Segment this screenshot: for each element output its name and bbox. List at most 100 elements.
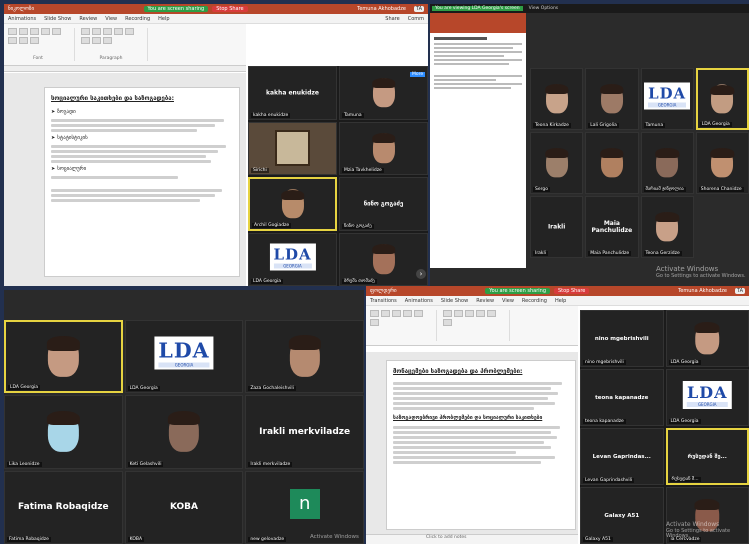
participant-display-name: teona kapanadze (595, 394, 649, 401)
stop-share-button[interactable]: Stop Share (212, 6, 248, 12)
participant-tile[interactable]: Irakli merkviladze Irakli merkviladze (245, 395, 364, 469)
participant-tile[interactable]: Archil Gogiadze (248, 177, 337, 231)
ribbon-tabs: Transitions Animations Slide Show Review… (366, 296, 749, 306)
participant-tile[interactable]: ბრუშა თომაძე (339, 232, 428, 286)
next-page-icon[interactable]: › (416, 269, 426, 279)
avatar: n (289, 488, 320, 519)
slide-bullet: ➤ სტატისტიკის (51, 135, 88, 142)
stop-share-button[interactable]: Stop Share (554, 288, 590, 294)
more-button[interactable]: More (410, 72, 426, 77)
lda-georgia-logo: LDA GEORGIA (683, 380, 732, 409)
participant-tile[interactable]: LDA Georgia (665, 310, 749, 367)
participant-display-name: Maia Panchulidze (591, 220, 633, 234)
tab-animations[interactable]: Animations (8, 16, 36, 22)
participant-name-label: Mzia Tavkhelidze (342, 168, 384, 173)
tab-slide-show[interactable]: Slide Show (44, 16, 71, 22)
participant-tile[interactable]: მარიამ ჯინჯოლია (640, 132, 694, 194)
tab-transitions[interactable]: Transitions (370, 298, 397, 304)
participant-name-label: Sergo (533, 187, 551, 192)
paragraph-group-label: Paragraph (99, 56, 123, 61)
participant-tile[interactable]: Lali Grigolia (585, 68, 639, 130)
participant-display-name: ნინო გოგაძე (363, 200, 404, 208)
user-avatar[interactable]: TA (413, 6, 425, 12)
participant-name-label: LDA Georgia (699, 122, 732, 127)
slide[interactable]: სოციალური საკითხები და საზოგადება: ➤ ზოგა… (44, 87, 240, 277)
screenshot-collage: ნიკოლოზი You are screen sharing Stop Sha… (0, 0, 749, 544)
participant-tile[interactable]: Irakli Irakli (530, 196, 584, 258)
tab-recording[interactable]: Recording (522, 298, 547, 304)
participant-tile[interactable]: Teona Gerzidze (640, 196, 694, 258)
share-status: You are screen sharing Stop Share (485, 288, 590, 294)
participant-tile[interactable]: teona kapanadze teona kapanadze (580, 369, 664, 426)
participant-tile[interactable]: LDA GEORGIA LDA Georgia (248, 232, 337, 286)
window-title: ნიკოლოზი (8, 6, 35, 12)
activate-windows-watermark: Activate Windows Go to Settings to activ… (656, 265, 746, 279)
tab-slide-show[interactable]: Slide Show (441, 298, 468, 304)
share-button[interactable]: Share (385, 16, 399, 22)
participant-tile[interactable]: LDA GEORGIA Tamuna (640, 68, 694, 130)
participant-name-label: LDA Georgia (668, 419, 701, 424)
participant-tile[interactable]: Sergo (530, 132, 584, 194)
participant-tile[interactable]: Levan Gaprindas... Levan Gaprindashvili (580, 428, 664, 485)
participant-name-label: Lika Leonidze (7, 461, 42, 467)
participant-name-label: Lali Grigolia (588, 123, 619, 128)
participant-tile[interactable]: LDA Georgia (4, 320, 123, 394)
comments-button[interactable]: Comm (408, 16, 424, 22)
tab-review[interactable]: Review (79, 16, 97, 22)
participant-name-label: Teona Kirkadze (533, 123, 571, 128)
share-toolbar: You are viewing LDA Georgia's screen Vie… (430, 4, 749, 13)
lda-georgia-logo: LDA GEORGIA (644, 82, 691, 110)
participant-name-label: kakha enukidze (251, 112, 291, 118)
tab-view[interactable]: View (105, 16, 117, 22)
participant-tile[interactable]: Sirichi (248, 121, 337, 175)
participant-video (275, 130, 310, 167)
participant-name-label: Keti Gelashvili (127, 461, 164, 467)
participant-tile[interactable]: Galaxy A51 Galaxy A51 (580, 487, 664, 544)
activate-windows-watermark: Activate Windows Go to Settings to activ… (666, 521, 731, 540)
participant-display-name: Galaxy A51 (604, 512, 640, 519)
participant-tile[interactable]: Maia Panchulidze Maia Panchulidze (585, 196, 639, 258)
participant-name-label: Levan Gaprindashvili (583, 478, 635, 483)
tab-review[interactable]: Review (476, 298, 494, 304)
participant-name-label: nino mgebrishvili (583, 360, 626, 365)
slide[interactable]: მონაცემები საზოგადება და პრობლემები: საზ… (386, 360, 576, 530)
participant-tile[interactable]: LDA GEORGIA LDA Georgia (665, 369, 749, 426)
sharing-indicator: You are screen sharing (485, 288, 550, 294)
participant-tile[interactable]: რუსუდან შე... რუსუდან შ... (665, 428, 749, 485)
participant-tile[interactable]: Zaza Gochaleishvili (245, 320, 364, 394)
participant-tile[interactable]: KOBA KOBA (124, 470, 244, 544)
participant-name-label: Irakli (533, 251, 549, 256)
participant-tile[interactable]: Shorena Chanidze (695, 132, 749, 194)
participant-tile[interactable]: LDA Georgia (695, 68, 749, 130)
slide-area: სოციალური საკითხები და საზოგადება: ➤ ზოგა… (4, 73, 246, 286)
participant-gallery: LDA Georgia LDA GEORGIA LDA Georgia Zaza Goc… (4, 320, 364, 544)
participant-tile[interactable]: LDA GEORGIA LDA Georgia (124, 320, 244, 394)
view-options-button[interactable]: View Options (529, 6, 558, 11)
slide-bullet: ➤ ზოგადი (51, 109, 76, 116)
participant-tile[interactable]: ნინო გოგაძე ნინო გოგაძე (339, 177, 428, 231)
participant-name-label: teona kapanadze (583, 419, 626, 424)
user-name: Temuna Akhobadze (678, 288, 727, 294)
user-avatar[interactable]: TA (734, 288, 745, 294)
participant-name-label: ბრუშა თომაძე (342, 279, 377, 284)
participant-tile[interactable]: nino mgebrishvili nino mgebrishvili (580, 310, 664, 367)
participant-display-name: რუსუდან შე... (687, 453, 727, 460)
tab-view[interactable]: View (502, 298, 514, 304)
tab-recording[interactable]: Recording (125, 16, 150, 22)
participant-tile[interactable]: kakha enukidze kakha enukidze (248, 66, 337, 120)
participant-tile[interactable]: n new gelovadze (245, 470, 364, 544)
tab-help[interactable]: Help (555, 298, 566, 304)
participant-tile[interactable]: Teona Kirkadze (530, 68, 584, 130)
tab-animations[interactable]: Animations (405, 298, 433, 304)
participant-tile[interactable]: Keti Gelashvili (124, 395, 244, 469)
participant-tile[interactable]: Fatima Robaqidze Fatima Robaqidze (4, 470, 123, 544)
participant-display-name: Irakli (547, 223, 566, 231)
participant-tile[interactable]: Lika Leonidze (4, 395, 123, 469)
participant-tile[interactable] (585, 132, 639, 194)
titlebar: ნიკოლოზი You are screen sharing Stop Sha… (4, 4, 428, 14)
notes-pane[interactable]: Click to add notes (366, 534, 578, 544)
tab-help[interactable]: Help (158, 16, 169, 22)
quadrant-top-left: ნიკოლოზი You are screen sharing Stop Sha… (4, 4, 428, 286)
participant-tile[interactable]: Mzia Tavkhelidze (339, 121, 428, 175)
participant-name-label: LDA Georgia (251, 279, 284, 284)
